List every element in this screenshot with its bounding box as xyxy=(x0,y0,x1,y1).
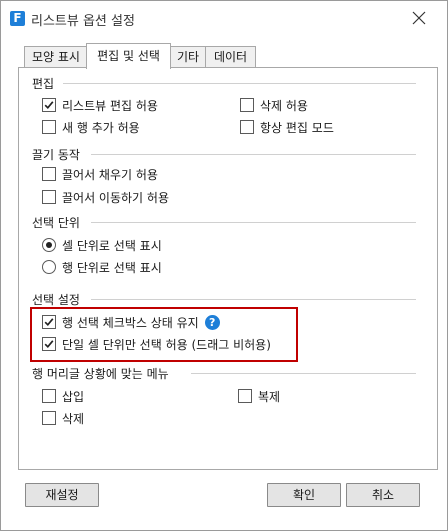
option-label: 삽입 xyxy=(62,389,85,404)
option-label: 삭제 xyxy=(62,411,85,426)
options-dialog: F 리스트뷰 옵션 설정 모양 표시 편집 및 선택 기타 데이터 편집 리스트… xyxy=(0,0,448,531)
checkbox-delete[interactable]: 삭제 xyxy=(42,410,84,426)
checkbox-checked-icon xyxy=(42,337,56,351)
close-icon[interactable] xyxy=(407,6,431,30)
reset-button[interactable]: 재설정 xyxy=(25,483,99,507)
radio-row-unit[interactable]: 행 단위로 선택 표시 xyxy=(42,259,162,275)
checkbox-unchecked-icon xyxy=(240,120,254,134)
tab-data[interactable]: 데이터 xyxy=(205,46,256,68)
option-label: 복제 xyxy=(258,389,281,404)
option-label: 항상 편집 모드 xyxy=(260,120,334,135)
tab-appearance[interactable]: 모양 표시 xyxy=(24,46,88,68)
option-label: 행 선택 체크박스 상태 유지 xyxy=(62,315,199,330)
checkbox-insert[interactable]: 삽입 xyxy=(42,388,84,404)
cancel-button[interactable]: 취소 xyxy=(346,483,420,507)
option-label: 행 단위로 선택 표시 xyxy=(62,260,162,275)
checkbox-unchecked-icon xyxy=(42,120,56,134)
checkbox-allow-edit[interactable]: 리스트뷰 편집 허용 xyxy=(42,97,158,113)
checkbox-single-cell-only[interactable]: 단일 셀 단위만 선택 허용 (드래그 비허용) xyxy=(42,336,271,352)
radio-unselected-icon xyxy=(42,260,56,274)
group-divider xyxy=(63,83,416,84)
option-label: 단일 셀 단위만 선택 허용 (드래그 비허용) xyxy=(62,337,271,352)
checkbox-duplicate[interactable]: 복제 xyxy=(238,388,280,404)
group-divider xyxy=(91,154,416,155)
group-title-select-setting: 선택 설정 xyxy=(32,293,80,307)
checkbox-unchecked-icon xyxy=(238,389,252,403)
option-label: 셀 단위로 선택 표시 xyxy=(62,238,162,253)
checkbox-checked-icon xyxy=(42,315,56,329)
checkbox-unchecked-icon xyxy=(42,389,56,403)
group-divider xyxy=(91,222,416,223)
checkbox-allow-add-row[interactable]: 새 행 추가 허용 xyxy=(42,119,140,135)
group-title-select-unit: 선택 단위 xyxy=(32,216,80,230)
option-label: 새 행 추가 허용 xyxy=(62,120,140,135)
checkbox-checked-icon xyxy=(42,98,56,112)
option-label: 리스트뷰 편집 허용 xyxy=(62,98,158,113)
window-title: 리스트뷰 옵션 설정 xyxy=(31,14,135,29)
checkbox-drag-move[interactable]: 끌어서 이동하기 허용 xyxy=(42,189,169,205)
option-label: 끌어서 이동하기 허용 xyxy=(62,190,169,205)
app-icon: F xyxy=(10,11,25,26)
checkbox-keep-row-check-state[interactable]: 행 선택 체크박스 상태 유지 ? xyxy=(42,314,220,330)
ok-button[interactable]: 확인 xyxy=(267,483,341,507)
checkbox-unchecked-icon xyxy=(240,98,254,112)
checkbox-allow-delete[interactable]: 삭제 허용 xyxy=(240,97,308,113)
radio-selected-icon xyxy=(42,238,56,252)
option-label: 삭제 허용 xyxy=(260,98,308,113)
title-bar: F 리스트뷰 옵션 설정 xyxy=(1,1,447,35)
checkbox-always-edit-mode[interactable]: 항상 편집 모드 xyxy=(240,119,334,135)
checkbox-unchecked-icon xyxy=(42,411,56,425)
help-icon[interactable]: ? xyxy=(204,314,220,330)
tab-etc[interactable]: 기타 xyxy=(169,46,207,68)
tab-edit-select[interactable]: 편집 및 선택 xyxy=(86,43,171,69)
group-title-row-header-menu: 행 머리글 상황에 맞는 메뉴 xyxy=(32,367,169,381)
group-title-drag: 끌기 동작 xyxy=(32,148,80,162)
group-divider xyxy=(191,373,416,374)
group-divider xyxy=(91,299,416,300)
option-label: 끌어서 채우기 허용 xyxy=(62,167,158,182)
radio-cell-unit[interactable]: 셀 단위로 선택 표시 xyxy=(42,237,162,253)
group-title-edit: 편집 xyxy=(32,77,55,91)
checkbox-drag-fill[interactable]: 끌어서 채우기 허용 xyxy=(42,166,158,182)
checkbox-unchecked-icon xyxy=(42,190,56,204)
checkbox-unchecked-icon xyxy=(42,167,56,181)
